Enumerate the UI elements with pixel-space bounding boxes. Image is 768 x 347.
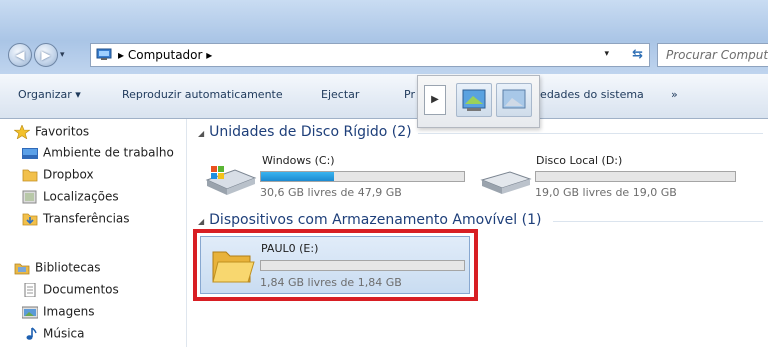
forward-arrow-icon: ▶ (41, 48, 51, 62)
organize-button[interactable]: Organizar ▾ (18, 88, 81, 101)
computer-icon (96, 48, 112, 60)
refresh-icon[interactable]: ⇆ (632, 47, 643, 62)
nav-item-desktop[interactable]: Ambiente de trabalho (22, 145, 174, 163)
popup-arrow-icon[interactable]: ▶ (424, 85, 446, 115)
eject-button[interactable]: Ejectar (321, 88, 359, 101)
window-thumbnail-icon (462, 89, 486, 111)
folder-icon (22, 169, 38, 181)
aero-peek-popup: ▶ (417, 75, 540, 128)
breadcrumb[interactable]: ▸ Computador ▸ (118, 48, 212, 62)
drive-c-name: Windows (C:) (262, 154, 335, 167)
drive-d-name: Disco Local (D:) (536, 154, 623, 167)
properties-button[interactable]: Pr (404, 88, 415, 101)
address-dropdown-icon[interactable]: ▾ (604, 49, 609, 59)
libraries-icon (14, 263, 30, 274)
nav-item-documents[interactable]: Documentos (22, 282, 119, 300)
section-divider (553, 221, 763, 222)
star-icon (14, 124, 30, 139)
system-properties-button[interactable]: iedades do sistema (537, 88, 644, 101)
back-button[interactable]: ◀ (8, 43, 32, 67)
popup-window-button-1[interactable] (456, 83, 492, 117)
download-folder-icon (22, 213, 38, 225)
highlight-annotation-box (193, 229, 478, 301)
music-note-icon (26, 326, 37, 340)
breadcrumb-computer: Computador (127, 48, 203, 62)
hard-drive-icon (480, 171, 532, 194)
drive-c-free-space: 30,6 GB livres de 47,9 GB (260, 186, 402, 199)
back-arrow-icon: ◀ (15, 48, 25, 62)
drive-c-usage-fill (261, 172, 335, 181)
section-hard-disks-header[interactable]: ◢ Unidades de Disco Rígido (2) (198, 124, 412, 140)
nav-item-locations[interactable]: Localizações (22, 189, 119, 207)
nav-item-music[interactable]: Música (22, 326, 85, 344)
search-input[interactable]: Procurar Computador (657, 43, 768, 67)
more-commands-button[interactable]: » (671, 88, 678, 101)
window-thumbnail-icon (502, 89, 526, 109)
address-bar[interactable]: ▸ Computador ▸ ▾ ⇆ (90, 43, 650, 67)
image-icon (22, 306, 38, 318)
nav-item-images[interactable]: Imagens (22, 304, 94, 322)
section-divider (418, 133, 763, 134)
collapse-triangle-icon[interactable]: ◢ (198, 129, 204, 138)
nav-item-favorites[interactable]: Favoritos (14, 124, 89, 142)
search-placeholder: Procurar Computador (666, 48, 768, 62)
nav-item-libraries[interactable]: Bibliotecas (14, 260, 100, 278)
autoplay-button[interactable]: Reproduzir automaticamente (122, 88, 283, 101)
navigation-pane: Favoritos Ambiente de trabalho Dropbox L… (0, 119, 187, 347)
forward-button[interactable]: ▶ (34, 43, 58, 67)
collapse-triangle-icon[interactable]: ◢ (198, 217, 204, 226)
hard-drive-windows-icon (205, 166, 257, 195)
drive-d-usage-bar (535, 171, 736, 182)
drive-d-free-space: 19,0 GB livres de 19,0 GB (535, 186, 677, 199)
drive-c-usage-bar (260, 171, 465, 182)
nav-item-dropbox[interactable]: Dropbox (22, 167, 94, 185)
recent-places-icon (22, 190, 37, 203)
nav-item-downloads[interactable]: Transferências (22, 211, 130, 229)
popup-window-button-2[interactable] (496, 83, 532, 117)
desktop-icon (22, 147, 38, 159)
document-icon (24, 282, 36, 297)
recent-pages-chevron-icon[interactable]: ▾ (60, 50, 65, 60)
section-removable-header[interactable]: ◢ Dispositivos com Armazenamento Amovível… (198, 212, 541, 228)
command-bar: Organizar ▾ Reproduzir automaticamente E… (0, 74, 768, 119)
